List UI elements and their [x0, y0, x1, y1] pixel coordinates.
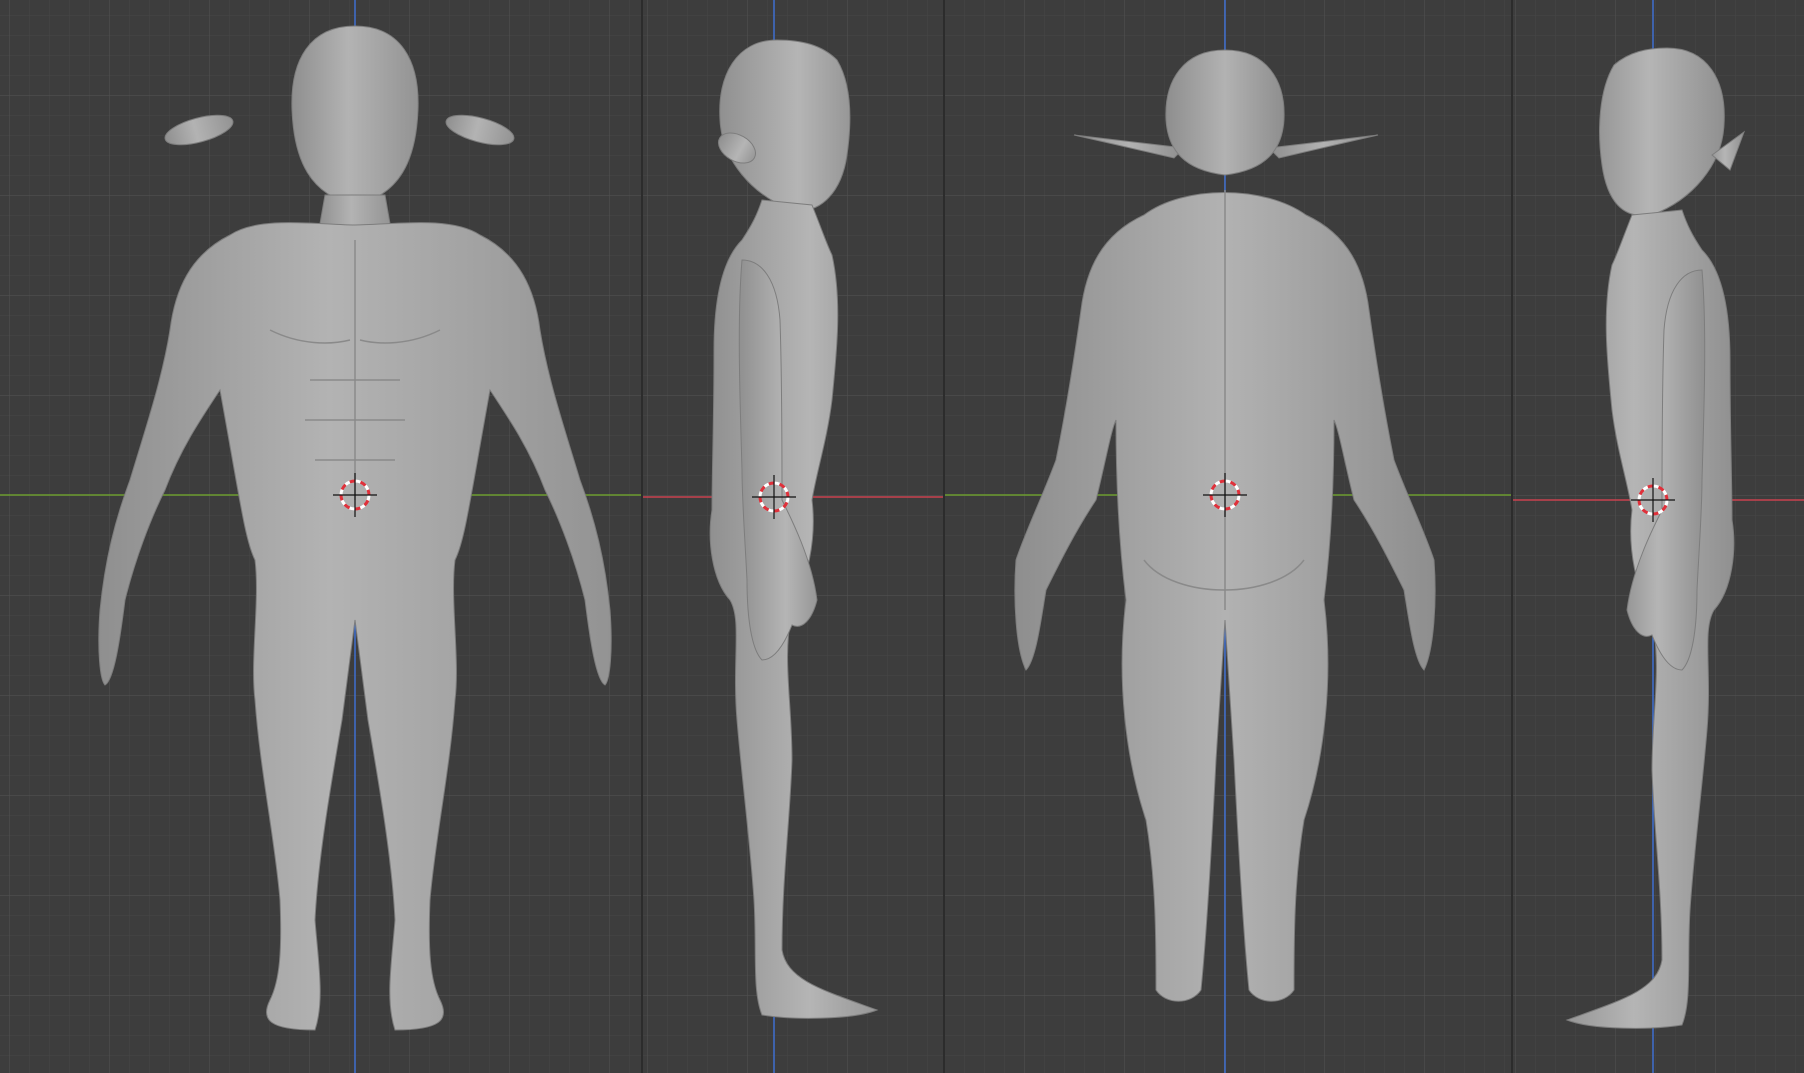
head	[1165, 49, 1285, 176]
back-view-canvas	[944, 0, 1512, 1073]
viewport-divider[interactable]	[641, 0, 643, 1073]
viewport-divider[interactable]	[1511, 0, 1513, 1073]
viewport-divider[interactable]	[943, 0, 945, 1073]
viewport-left-side[interactable]	[1512, 0, 1804, 1073]
head	[291, 25, 419, 206]
left-side-view-canvas	[1512, 0, 1804, 1073]
viewport-back[interactable]	[944, 0, 1512, 1073]
viewport-front[interactable]	[0, 0, 642, 1073]
front-view-canvas	[0, 0, 642, 1073]
right-side-view-canvas	[642, 0, 944, 1073]
viewport-right-side[interactable]	[642, 0, 944, 1073]
